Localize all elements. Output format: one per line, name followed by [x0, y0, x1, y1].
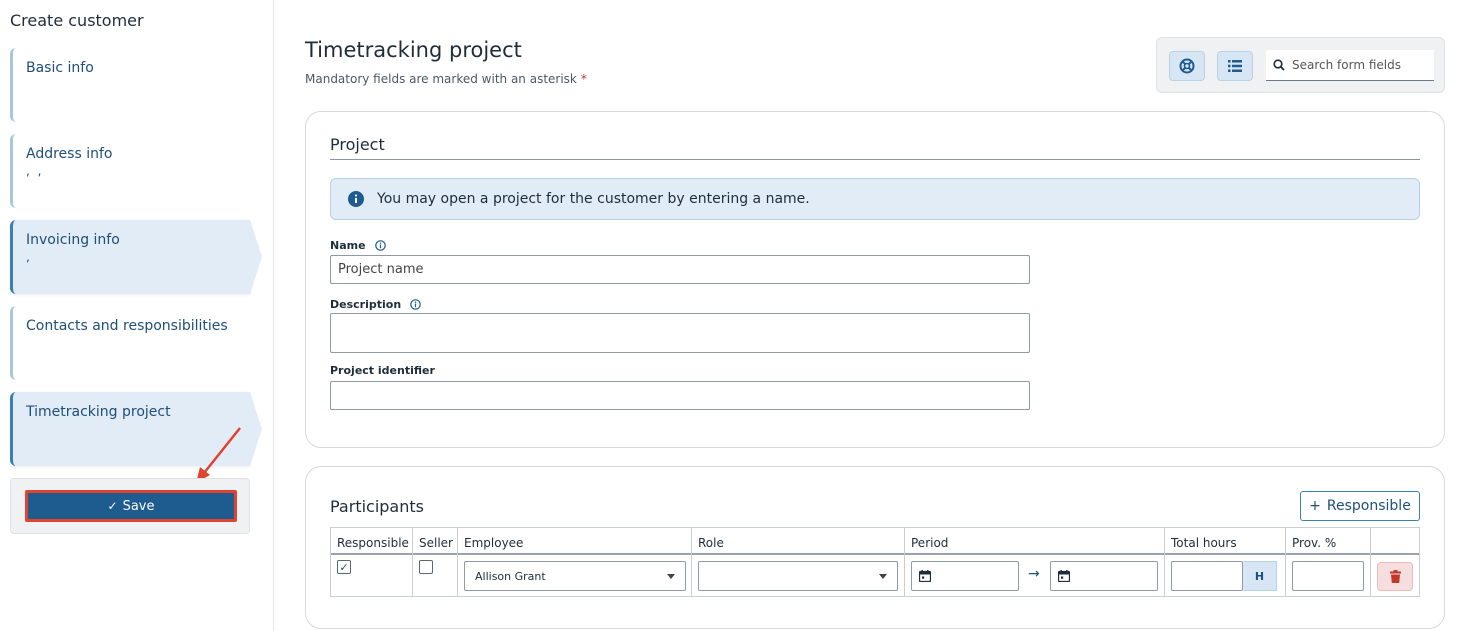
trash-icon — [1389, 570, 1401, 583]
check-icon: ✓ — [107, 499, 118, 513]
lifebuoy-icon — [1179, 58, 1195, 74]
name-label-text: Name — [330, 239, 366, 252]
header-employee: Employee — [464, 536, 524, 550]
annotation-arrow — [196, 427, 241, 483]
project-card: Project You may open a project for the c… — [305, 111, 1445, 448]
period-end-input[interactable] — [1050, 561, 1158, 591]
search-field[interactable] — [1266, 50, 1434, 81]
chevron-down-icon — [879, 574, 887, 579]
sidebar-title: Create customer — [10, 11, 144, 30]
page-title: Timetracking project — [305, 38, 522, 62]
header-total-hours: Total hours — [1171, 536, 1237, 550]
wizard-sidebar: Create customer Basic info Address info … — [0, 0, 274, 631]
calendar-icon — [919, 570, 931, 582]
header-period: Period — [911, 536, 949, 550]
list-icon — [1228, 60, 1242, 72]
add-responsible-button[interactable]: + Responsible — [1300, 491, 1420, 521]
asterisk: * — [580, 72, 587, 86]
participants-section-title: Participants — [330, 497, 424, 516]
add-responsible-label: Responsible — [1326, 498, 1411, 514]
step-summary: , — [26, 250, 32, 264]
info-message-text: You may open a project for the customer … — [377, 191, 810, 207]
mandatory-note: Mandatory fields are marked with an aste… — [305, 72, 587, 86]
search-input[interactable] — [1292, 58, 1422, 72]
save-panel: ✓ Save — [10, 478, 250, 534]
step-address-info[interactable]: Address info , , — [10, 134, 250, 208]
form-toolbar — [1156, 37, 1445, 93]
name-label: Name — [330, 239, 386, 252]
info-icon — [348, 191, 364, 207]
description-label: Description — [330, 298, 421, 311]
project-identifier-label-text: Project identifier — [330, 364, 435, 377]
header-responsible: Responsible — [337, 536, 409, 550]
help-button[interactable] — [1169, 51, 1205, 81]
step-basic-info[interactable]: Basic info — [10, 48, 250, 122]
total-hours-input[interactable] — [1171, 561, 1243, 591]
info-outline-icon[interactable] — [374, 240, 386, 251]
chevron-down-icon — [667, 574, 675, 579]
responsible-checkbox[interactable]: ✓ — [337, 560, 351, 574]
period-start-input[interactable] — [911, 561, 1019, 591]
search-icon — [1273, 59, 1285, 71]
seller-checkbox[interactable] — [419, 560, 433, 574]
participants-card: Participants + Responsible Responsible S… — [305, 466, 1445, 629]
employee-select[interactable]: Allison Grant — [464, 561, 686, 591]
header-prov: Prov. % — [1292, 536, 1337, 550]
step-label: Basic info — [26, 60, 94, 76]
hours-unit-badge: H — [1243, 561, 1277, 591]
project-section-title: Project — [330, 135, 385, 154]
project-identifier-input[interactable] — [330, 381, 1030, 410]
info-outline-icon[interactable] — [410, 299, 421, 310]
step-summary: , , — [26, 164, 44, 178]
project-identifier-label: Project identifier — [330, 364, 435, 377]
arrow-right-icon: → — [1028, 566, 1040, 582]
header-role: Role — [698, 536, 724, 550]
step-invoicing-info[interactable]: Invoicing info , — [10, 220, 262, 294]
step-contacts-and-responsibilities[interactable]: Contacts and responsibilities — [10, 306, 250, 380]
section-divider — [330, 159, 1420, 160]
delete-row-button[interactable] — [1377, 562, 1413, 591]
step-label: Address info — [26, 146, 113, 162]
save-button-label: Save — [122, 498, 155, 514]
role-select[interactable] — [698, 561, 898, 591]
calendar-icon — [1058, 570, 1070, 582]
description-label-text: Description — [330, 298, 402, 311]
header-seller: Seller — [419, 536, 453, 550]
project-name-input[interactable] — [330, 255, 1030, 284]
step-label: Contacts and responsibilities — [26, 318, 228, 334]
step-label: Invoicing info — [26, 232, 120, 248]
step-label: Timetracking project — [26, 404, 171, 420]
employee-select-value: Allison Grant — [475, 569, 546, 583]
mandatory-note-text: Mandatory fields are marked with an aste… — [305, 72, 577, 86]
plus-icon: + — [1309, 498, 1321, 514]
prov-percent-input[interactable] — [1292, 561, 1364, 591]
info-message: You may open a project for the customer … — [330, 178, 1420, 220]
checkmark-icon: ✓ — [339, 560, 349, 574]
participants-table: Responsible Seller Employee Role Period … — [330, 527, 1420, 597]
description-textarea[interactable] — [330, 313, 1030, 353]
save-button[interactable]: ✓ Save — [25, 490, 237, 522]
list-view-button[interactable] — [1217, 51, 1253, 81]
